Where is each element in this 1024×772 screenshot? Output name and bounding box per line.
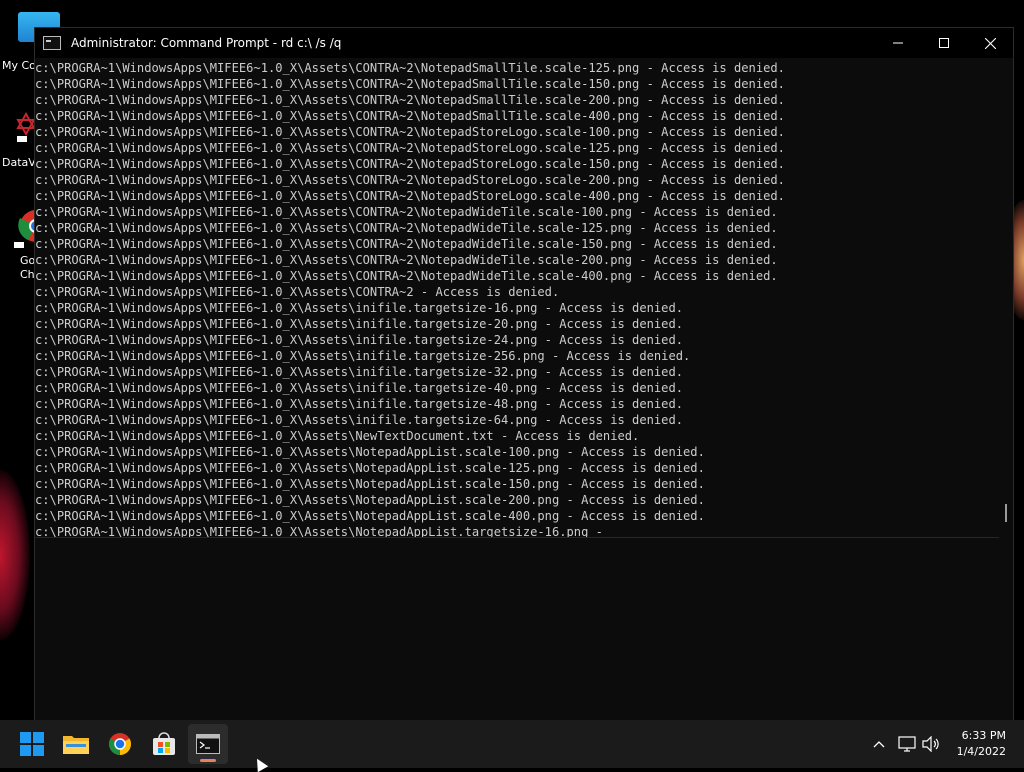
volume-button[interactable] <box>920 720 942 768</box>
console-line: c:\PROGRA~1\WindowsApps\MIFEE6~1.0_X\Ass… <box>35 381 684 395</box>
console-line: c:\PROGRA~1\WindowsApps\MIFEE6~1.0_X\Ass… <box>35 317 684 331</box>
console-line: c:\PROGRA~1\WindowsApps\MIFEE6~1.0_X\Ass… <box>35 269 778 283</box>
network-button[interactable] <box>896 720 918 768</box>
console-line: c:\PROGRA~1\WindowsApps\MIFEE6~1.0_X\Ass… <box>35 61 785 75</box>
console-line: c:\PROGRA~1\WindowsApps\MIFEE6~1.0_X\Ass… <box>35 477 705 491</box>
desktop-icon-datav[interactable]: DataV <box>0 108 36 178</box>
minimize-button[interactable] <box>875 28 921 58</box>
windows-logo-icon <box>20 732 44 756</box>
console-line: c:\PROGRA~1\WindowsApps\MIFEE6~1.0_X\Ass… <box>35 493 705 507</box>
desktop-icon-label: Go Ch <box>20 254 36 281</box>
volume-icon <box>922 736 939 752</box>
start-button[interactable] <box>12 724 52 764</box>
console-line: c:\PROGRA~1\WindowsApps\MIFEE6~1.0_X\Ass… <box>35 237 778 251</box>
close-button[interactable] <box>967 28 1013 58</box>
clock-time: 6:33 PM <box>961 729 1006 742</box>
chrome-icon <box>109 733 131 755</box>
store-icon <box>153 732 175 755</box>
console-line: c:\PROGRA~1\WindowsApps\MIFEE6~1.0_X\Ass… <box>35 413 684 427</box>
chrome-shortcut-icon <box>14 208 52 248</box>
console-line: c:\PROGRA~1\WindowsApps\MIFEE6~1.0_X\Ass… <box>35 109 785 123</box>
console-line: c:\PROGRA~1\WindowsApps\MIFEE6~1.0_X\Ass… <box>35 141 785 155</box>
console-line: c:\PROGRA~1\WindowsApps\MIFEE6~1.0_X\Ass… <box>35 285 560 299</box>
desktop-icon-label: DataV <box>2 156 36 169</box>
chrome-button[interactable] <box>100 724 140 764</box>
console-output[interactable]: c:\PROGRA~1\WindowsApps\MIFEE6~1.0_X\Ass… <box>35 60 999 538</box>
console-divider <box>35 537 1013 538</box>
active-app-indicator <box>200 759 216 762</box>
wallpaper-glow <box>0 470 30 640</box>
terminal-button[interactable] <box>188 724 228 764</box>
console-line: c:\PROGRA~1\WindowsApps\MIFEE6~1.0_X\Ass… <box>35 429 640 443</box>
console-line: c:\PROGRA~1\WindowsApps\MIFEE6~1.0_X\Ass… <box>35 253 778 267</box>
console-line: c:\PROGRA~1\WindowsApps\MIFEE6~1.0_X\Ass… <box>35 173 785 187</box>
console-line: c:\PROGRA~1\WindowsApps\MIFEE6~1.0_X\Ass… <box>35 445 705 459</box>
window-controls <box>875 28 1013 58</box>
console-line: c:\PROGRA~1\WindowsApps\MIFEE6~1.0_X\Ass… <box>35 93 785 107</box>
vertical-scrollbar[interactable] <box>999 60 1013 721</box>
command-prompt-window[interactable]: Administrator: Command Prompt - rd c:\ /… <box>34 27 1014 722</box>
console-line: c:\PROGRA~1\WindowsApps\MIFEE6~1.0_X\Ass… <box>35 301 684 315</box>
close-icon <box>984 37 996 49</box>
console-line: c:\PROGRA~1\WindowsApps\MIFEE6~1.0_X\Ass… <box>35 397 684 411</box>
show-hidden-icons-button[interactable] <box>868 720 890 768</box>
console-line: c:\PROGRA~1\WindowsApps\MIFEE6~1.0_X\Ass… <box>35 189 785 203</box>
console-line: c:\PROGRA~1\WindowsApps\MIFEE6~1.0_X\Ass… <box>35 461 705 475</box>
desktop-icon-chrome[interactable]: Go Ch <box>0 204 52 284</box>
chevron-up-icon <box>873 741 885 748</box>
file-explorer-button[interactable] <box>56 724 96 764</box>
console-line: c:\PROGRA~1\WindowsApps\MIFEE6~1.0_X\Ass… <box>35 125 785 139</box>
maximize-icon <box>939 38 949 48</box>
console-line: c:\PROGRA~1\WindowsApps\MIFEE6~1.0_X\Ass… <box>35 509 705 523</box>
clock-date: 1/4/2022 <box>956 745 1006 758</box>
system-clock[interactable]: 6:33 PM 1/4/2022 <box>946 728 1006 760</box>
title-bar[interactable]: Administrator: Command Prompt - rd c:\ /… <box>35 28 1013 58</box>
console-line: c:\PROGRA~1\WindowsApps\MIFEE6~1.0_X\Ass… <box>35 349 691 363</box>
maximize-button[interactable] <box>921 28 967 58</box>
console-line: c:\PROGRA~1\WindowsApps\MIFEE6~1.0_X\Ass… <box>35 221 778 235</box>
datav-shortcut-icon <box>16 111 36 142</box>
taskbar: 6:33 PM 1/4/2022 <box>0 720 1024 768</box>
console-line: c:\PROGRA~1\WindowsApps\MIFEE6~1.0_X\Ass… <box>35 333 684 347</box>
console-line: c:\PROGRA~1\WindowsApps\MIFEE6~1.0_X\Ass… <box>35 77 785 91</box>
network-icon <box>898 736 916 752</box>
store-button[interactable] <box>144 724 184 764</box>
terminal-icon <box>196 734 220 754</box>
desktop-icon-my-computer[interactable]: My Co <box>0 8 60 78</box>
console-line: c:\PROGRA~1\WindowsApps\MIFEE6~1.0_X\Ass… <box>35 525 603 538</box>
desktop-icon-label: My Co <box>2 59 36 72</box>
scrollbar-thumb[interactable] <box>1005 504 1007 522</box>
console-line: c:\PROGRA~1\WindowsApps\MIFEE6~1.0_X\Ass… <box>35 205 778 219</box>
cmd-app-icon <box>43 36 61 50</box>
console-line: c:\PROGRA~1\WindowsApps\MIFEE6~1.0_X\Ass… <box>35 365 684 379</box>
window-title: Administrator: Command Prompt - rd c:\ /… <box>71 36 342 50</box>
console-line: c:\PROGRA~1\WindowsApps\MIFEE6~1.0_X\Ass… <box>35 157 785 171</box>
folder-icon <box>63 736 89 754</box>
minimize-icon <box>893 42 903 44</box>
